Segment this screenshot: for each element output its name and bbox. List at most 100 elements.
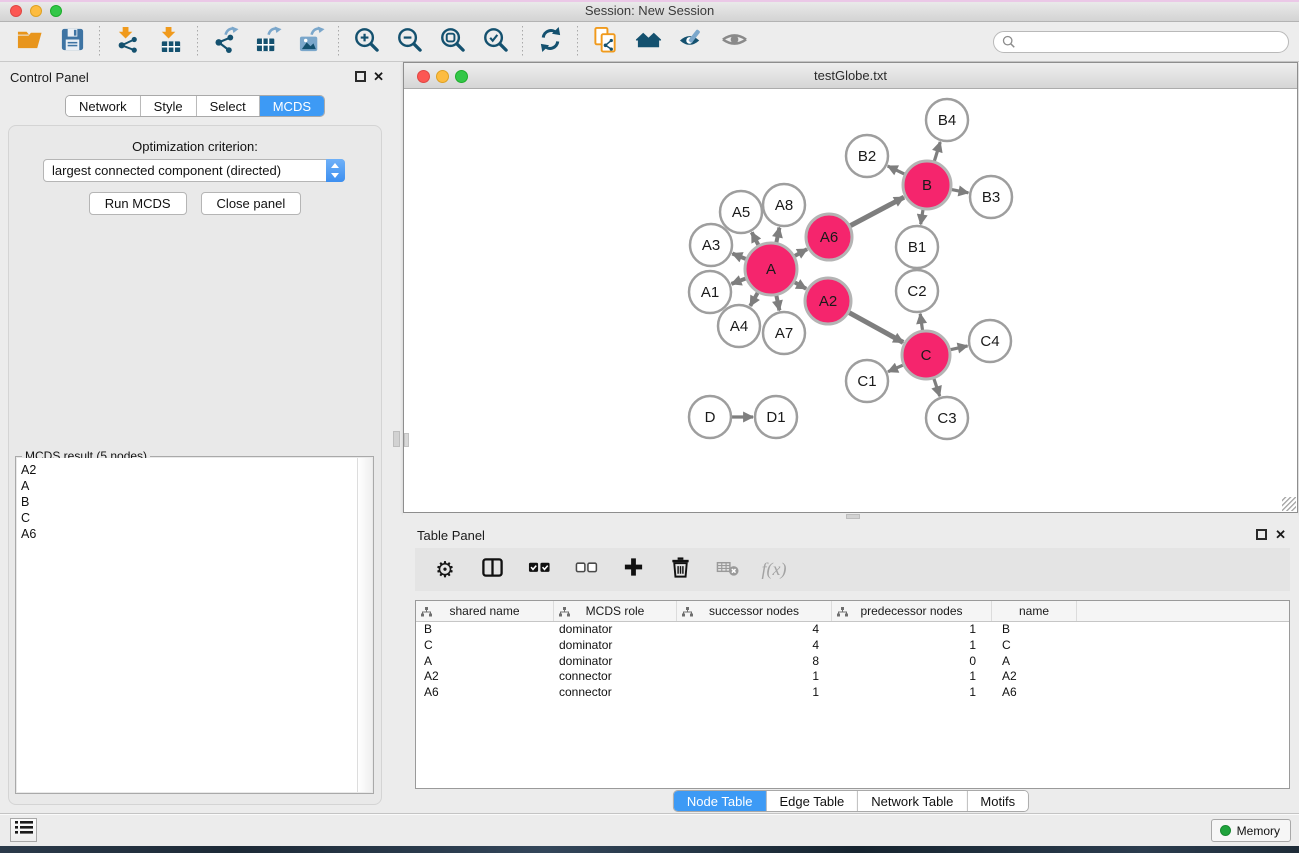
tab-mcds[interactable]: MCDS	[260, 96, 324, 116]
table-row[interactable]: A6connector11A6	[416, 685, 1289, 701]
zoom-selected-button[interactable]	[480, 27, 510, 57]
graph-edge-A-A3[interactable]	[732, 254, 746, 259]
table-cell[interactable]: dominator	[554, 638, 677, 654]
table-cell[interactable]: 1	[832, 685, 992, 701]
graph-edge-C-C1[interactable]	[888, 365, 903, 372]
table-cell[interactable]: 0	[832, 654, 992, 670]
function-builder-button[interactable]: f(x)	[761, 557, 787, 583]
zoom-fit-button[interactable]	[437, 27, 467, 57]
column-header-shared-name[interactable]: shared name	[416, 601, 554, 621]
graph-node-A[interactable]: A	[745, 243, 797, 295]
network-canvas[interactable]: B4B2BB3A8A5A6A3B1AA1C2A2A4A7C4CC1C3DD1	[404, 89, 1297, 512]
show-columns-button[interactable]	[479, 557, 505, 583]
graph-node-D[interactable]: D	[689, 396, 731, 438]
graph-edge-A2-C[interactable]	[849, 313, 903, 343]
export-table-button[interactable]	[253, 27, 283, 57]
import-table-button[interactable]	[155, 27, 185, 57]
mcds-result-item[interactable]: A	[17, 478, 372, 494]
zoom-out-button[interactable]	[394, 27, 424, 57]
show-task-history-button[interactable]	[10, 818, 37, 842]
select-all-columns-button[interactable]	[526, 557, 552, 583]
graph-edge-A-A7[interactable]	[776, 295, 779, 310]
graph-node-A2[interactable]: A2	[805, 278, 851, 324]
table-cell[interactable]: 4	[677, 638, 832, 654]
graph-edge-A-A6[interactable]	[795, 249, 807, 256]
float-table-panel-icon[interactable]	[1256, 529, 1267, 540]
table-cell[interactable]: A	[416, 654, 554, 670]
table-cell[interactable]: 8	[677, 654, 832, 670]
table-cell[interactable]: 1	[677, 669, 832, 685]
graph-node-C[interactable]: C	[902, 331, 950, 379]
table-cell[interactable]: A2	[992, 669, 1077, 685]
zoom-in-button[interactable]	[351, 27, 381, 57]
table-cell[interactable]: C	[992, 638, 1077, 654]
dropdown-stepper-icon[interactable]	[326, 159, 345, 182]
graph-node-C2[interactable]: C2	[896, 270, 938, 312]
optimization-criterion-select[interactable]: largest connected component (directed)	[43, 159, 345, 182]
table-cell[interactable]: A6	[416, 685, 554, 701]
graph-edge-A-A5[interactable]	[752, 232, 759, 245]
graph-node-A1[interactable]: A1	[689, 271, 731, 313]
table-cell[interactable]: 1	[832, 638, 992, 654]
graph-edge-A6-B[interactable]	[850, 197, 904, 226]
float-panel-icon[interactable]	[355, 71, 366, 82]
table-cell[interactable]: B	[416, 622, 554, 638]
graph-node-A8[interactable]: A8	[763, 184, 805, 226]
clone-network-button[interactable]	[590, 27, 620, 57]
table-row[interactable]: Cdominator41C	[416, 638, 1289, 654]
graph-node-C4[interactable]: C4	[969, 320, 1011, 362]
column-header-successor-nodes[interactable]: successor nodes	[677, 601, 832, 621]
resize-grip-icon[interactable]	[1282, 497, 1296, 511]
save-session-button[interactable]	[57, 27, 87, 57]
tab-select[interactable]: Select	[197, 96, 260, 116]
table-cell[interactable]: A2	[416, 669, 554, 685]
refresh-view-button[interactable]	[535, 27, 565, 57]
table-cell[interactable]: 1	[832, 669, 992, 685]
table-cell[interactable]: C	[416, 638, 554, 654]
graph-node-A7[interactable]: A7	[763, 312, 805, 354]
table-row[interactable]: Adominator80A	[416, 654, 1289, 670]
close-panel-button[interactable]: Close panel	[201, 192, 302, 215]
column-header-MCDS-role[interactable]: MCDS role	[554, 601, 677, 621]
graph-edge-B-B1[interactable]	[921, 210, 923, 225]
graph-node-A4[interactable]: A4	[718, 305, 760, 347]
graph-edge-C-C2[interactable]	[920, 314, 922, 330]
table-tab-node-table[interactable]: Node Table	[674, 791, 767, 811]
column-header-predecessor-nodes[interactable]: predecessor nodes	[832, 601, 992, 621]
hide-annotations-button[interactable]	[676, 27, 706, 57]
table-cell[interactable]: B	[992, 622, 1077, 638]
table-cell[interactable]: dominator	[554, 622, 677, 638]
graph-node-A5[interactable]: A5	[720, 191, 762, 233]
graph-node-C3[interactable]: C3	[926, 397, 968, 439]
graph-edge-B-B2[interactable]	[888, 166, 905, 174]
graph-node-B3[interactable]: B3	[970, 176, 1012, 218]
table-cell[interactable]: 1	[832, 622, 992, 638]
table-tab-edge-table[interactable]: Edge Table	[766, 791, 858, 811]
export-network-button[interactable]	[210, 27, 240, 57]
tab-style[interactable]: Style	[141, 96, 197, 116]
memory-button[interactable]: Memory	[1211, 819, 1291, 842]
delete-table-button[interactable]	[714, 557, 740, 583]
result-scrollbar[interactable]	[357, 458, 372, 792]
graph-edge-A-A1[interactable]	[732, 279, 746, 284]
tab-network[interactable]: Network	[66, 96, 141, 116]
graph-node-B[interactable]: B	[903, 161, 951, 209]
mcds-result-item[interactable]: B	[17, 494, 372, 510]
column-header-name[interactable]: name	[992, 601, 1077, 621]
graph-node-A6[interactable]: A6	[806, 214, 852, 260]
close-table-panel-icon[interactable]: ✕	[1275, 527, 1286, 543]
graph-edge-B-B4[interactable]	[934, 142, 940, 161]
table-cell[interactable]: A6	[992, 685, 1077, 701]
delete-column-button[interactable]	[667, 557, 693, 583]
network-window-titlebar[interactable]: testGlobe.txt	[404, 63, 1297, 89]
graph-edge-B-B3[interactable]	[952, 190, 969, 193]
vertical-splitter[interactable]	[390, 62, 403, 813]
graph-edge-A-A8[interactable]	[776, 228, 779, 243]
close-panel-icon[interactable]: ✕	[373, 69, 384, 85]
mcds-result-item[interactable]: A2	[17, 462, 372, 478]
graph-node-B4[interactable]: B4	[926, 99, 968, 141]
open-session-button[interactable]	[14, 27, 44, 57]
graph-edge-A-A2[interactable]	[795, 282, 807, 289]
table-row[interactable]: Bdominator41B	[416, 622, 1289, 638]
show-graphics-details-button[interactable]	[719, 27, 749, 57]
